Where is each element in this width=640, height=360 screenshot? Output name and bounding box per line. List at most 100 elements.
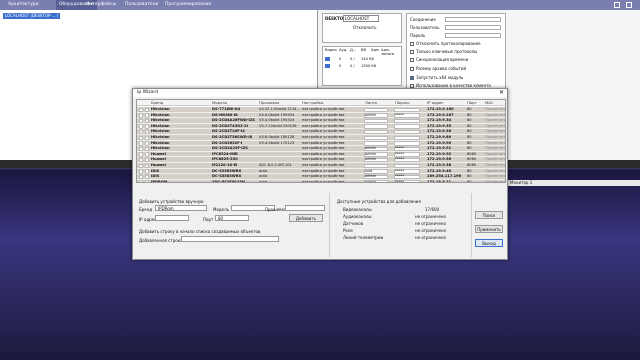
cell-input[interactable] (394, 135, 420, 141)
cell-input[interactable] (364, 129, 388, 135)
row-checkbox[interactable] (139, 124, 143, 129)
firmware-label: Прошивка (265, 207, 287, 212)
checkbox[interactable] (410, 67, 414, 71)
disconnect-button[interactable]: Отключить (353, 25, 376, 30)
table-cell: 0 / (350, 57, 355, 61)
connection-field[interactable] (445, 17, 501, 22)
cell-input[interactable] (364, 118, 388, 124)
cell-input[interactable] (364, 163, 388, 169)
host-field[interactable]: LOCALHOST (343, 15, 379, 22)
tree-item-localhost[interactable]: LOCALHOST (DESKTOP-... ) (3, 13, 61, 19)
apply-button[interactable]: Применить (475, 225, 503, 233)
row-checkbox[interactable] (145, 174, 149, 180)
row-checkbox[interactable] (145, 146, 149, 152)
avail-value: не ограничено (415, 235, 446, 240)
row-checkbox[interactable] (145, 152, 149, 157)
row-checkbox[interactable] (139, 129, 143, 135)
cell-input[interactable] (394, 107, 420, 113)
column-header: ВВ (361, 48, 366, 52)
row-checkbox[interactable] (139, 157, 143, 163)
column-header: Логин (365, 100, 378, 105)
row-checkbox[interactable] (145, 163, 149, 169)
cell-input[interactable] (394, 163, 420, 169)
checkbox[interactable] (410, 50, 414, 54)
row-checkbox[interactable] (139, 180, 143, 182)
row-checkbox[interactable] (139, 169, 143, 174)
grid-cell[interactable]: Применить (485, 180, 505, 182)
user-field[interactable] (445, 25, 501, 30)
cell-input[interactable] (394, 129, 420, 135)
row-checkbox[interactable] (145, 107, 149, 113)
search-button[interactable]: Поиск (475, 211, 503, 219)
row-checkbox[interactable] (139, 163, 143, 169)
tab-programming[interactable]: Программирование (165, 2, 211, 7)
avail-label: Датчиков (343, 221, 364, 226)
checkbox[interactable] (410, 42, 414, 46)
row-checkbox[interactable] (139, 174, 143, 180)
row-checkbox[interactable] (145, 141, 149, 146)
row-checkbox[interactable] (139, 118, 143, 124)
tab-users[interactable]: Пользователи (125, 2, 158, 7)
row-checkbox[interactable] (139, 135, 143, 141)
row-checkbox[interactable] (139, 152, 143, 157)
row-checkbox[interactable] (145, 124, 149, 129)
cell-input[interactable] (364, 135, 388, 141)
checkbox-label: Только ключевые протоколы (416, 49, 478, 54)
brand-select[interactable]: IPDRom (155, 205, 207, 211)
avail-label: Линий телеметрии (343, 235, 384, 240)
device-row[interactable]: IPDROM 2DC-5S2FW-33H auto настройки устройс… (137, 179, 505, 183)
dialog-title: Ip Wizard (133, 89, 507, 97)
checkbox[interactable] (410, 76, 414, 80)
column-header: Бренд (151, 100, 164, 105)
row-checkbox[interactable] (145, 135, 149, 141)
close-icon[interactable]: ✕ (499, 89, 504, 97)
grid-cell: 2DC-5S2FW-33H (212, 179, 246, 183)
row-checkbox[interactable] (145, 113, 149, 118)
window-button-icon[interactable] (626, 2, 632, 8)
insert-row-field[interactable] (181, 236, 279, 242)
field-label: Пароль (410, 33, 426, 38)
row-checkbox[interactable] (145, 180, 149, 182)
ip-address-field[interactable] (155, 215, 189, 221)
grid-cell[interactable]: настройки устройства (302, 180, 360, 182)
row-checkbox[interactable] (145, 157, 149, 163)
cell-input[interactable] (364, 124, 388, 129)
row-marker (325, 64, 330, 68)
column-header: Настройки (302, 100, 324, 105)
add-button[interactable]: Добавить (289, 214, 323, 222)
ip-wizard-dialog: Ip Wizard ✕ Бренд Модель Прошивка Настро… (132, 88, 508, 260)
insert-row-label: Добавленная строка (139, 238, 183, 243)
column-header: Д... (350, 48, 357, 52)
column-header: Видео (325, 48, 337, 52)
firmware-select[interactable] (285, 205, 325, 211)
row-checkbox[interactable] (139, 141, 143, 146)
cell-input[interactable] (394, 124, 420, 129)
row-checkbox[interactable] (139, 146, 143, 152)
row-checkbox[interactable] (145, 169, 149, 174)
port-field[interactable]: 80 (215, 215, 249, 221)
cell-input[interactable] (394, 141, 420, 146)
checkbox-label: Отключить протоколирование (416, 41, 481, 46)
grid-cell: 172.19.5.21 (427, 179, 452, 183)
divider (329, 193, 330, 257)
row-checkbox[interactable] (139, 113, 143, 118)
row-checkbox[interactable] (139, 107, 143, 113)
tab-architecture[interactable]: Архитектура (8, 2, 39, 7)
column-header: Ауд. (339, 48, 348, 52)
avail-value: не ограничено (415, 221, 446, 226)
checkbox[interactable] (410, 58, 414, 62)
cell-input[interactable] (394, 118, 420, 124)
table-cell: 0 (339, 64, 342, 68)
password-field[interactable] (445, 33, 501, 38)
tab-interfaces[interactable]: Интерфейсы (86, 2, 116, 7)
grid-cell: IPDROM (151, 179, 168, 183)
cell-input[interactable] (364, 141, 388, 146)
cell-input[interactable] (364, 107, 388, 113)
exit-button[interactable]: Выход (475, 239, 503, 247)
row-checkbox[interactable] (145, 118, 149, 124)
window-button-icon[interactable] (614, 2, 620, 8)
avail-value: 17/600 (425, 207, 440, 212)
row-checkbox[interactable] (145, 129, 149, 135)
table-cell: 1300 Кб (361, 64, 377, 68)
connection-settings: Соединение Пользователь Пароль Отключить… (406, 13, 506, 98)
